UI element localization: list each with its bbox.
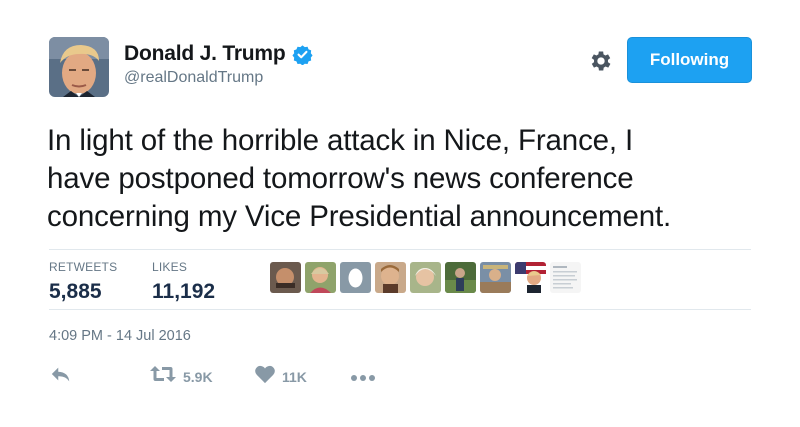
- author-handle[interactable]: @realDonaldTrump: [124, 69, 313, 87]
- liker-avatar[interactable]: [340, 262, 371, 293]
- tweet-timestamp[interactable]: 4:09 PM - 14 Jul 2016: [49, 328, 191, 344]
- liker-avatar[interactable]: [305, 262, 336, 293]
- tweet-text-line: concerning my Vice Presidential announce…: [47, 200, 672, 233]
- like-count: 11K: [282, 368, 307, 385]
- author-block: Donald J. Trump @realDonaldTrump: [124, 41, 313, 87]
- liker-avatar[interactable]: [480, 262, 511, 293]
- divider: [49, 249, 751, 250]
- tweet-card: Donald J. Trump @realDonaldTrump Followi…: [0, 0, 800, 427]
- reply-icon: [50, 364, 72, 389]
- liker-avatar[interactable]: [445, 262, 476, 293]
- following-button[interactable]: Following: [627, 37, 752, 83]
- likes-value: 11,192: [152, 280, 216, 303]
- divider: [49, 309, 751, 310]
- likes-stat[interactable]: LIKES 11,192: [152, 260, 215, 304]
- author-avatar[interactable]: [49, 37, 109, 97]
- liker-avatar[interactable]: [375, 262, 406, 293]
- retweets-label: RETWEETS: [49, 260, 118, 274]
- author-name[interactable]: Donald J. Trump: [124, 42, 286, 66]
- tweet-text-line: In light of the horrible attack in Nice,…: [47, 124, 634, 157]
- retweet-button[interactable]: 5.9K: [149, 364, 213, 389]
- more-button[interactable]: [350, 369, 376, 387]
- reply-button[interactable]: [50, 364, 72, 389]
- likes-label: LIKES: [152, 260, 188, 274]
- retweets-stat[interactable]: RETWEETS 5,885: [49, 260, 117, 304]
- heart-icon: [254, 364, 276, 389]
- liker-avatar[interactable]: [515, 262, 546, 293]
- retweets-value: 5,885: [49, 280, 102, 303]
- gear-icon[interactable]: [588, 48, 614, 74]
- more-dots-icon: [350, 369, 376, 387]
- retweet-count: 5.9K: [183, 368, 213, 385]
- tweet-text: In light of the horrible attack in Nice,…: [47, 122, 767, 236]
- retweet-icon: [149, 364, 177, 389]
- likers-avatars: [270, 262, 581, 293]
- tweet-text-line: have postponed tomorrow's news conferenc…: [47, 162, 634, 195]
- like-button[interactable]: 11K: [254, 364, 307, 389]
- liker-avatar[interactable]: [550, 262, 581, 293]
- verified-badge-icon: [291, 44, 313, 65]
- liker-avatar[interactable]: [270, 262, 301, 293]
- liker-avatar[interactable]: [410, 262, 441, 293]
